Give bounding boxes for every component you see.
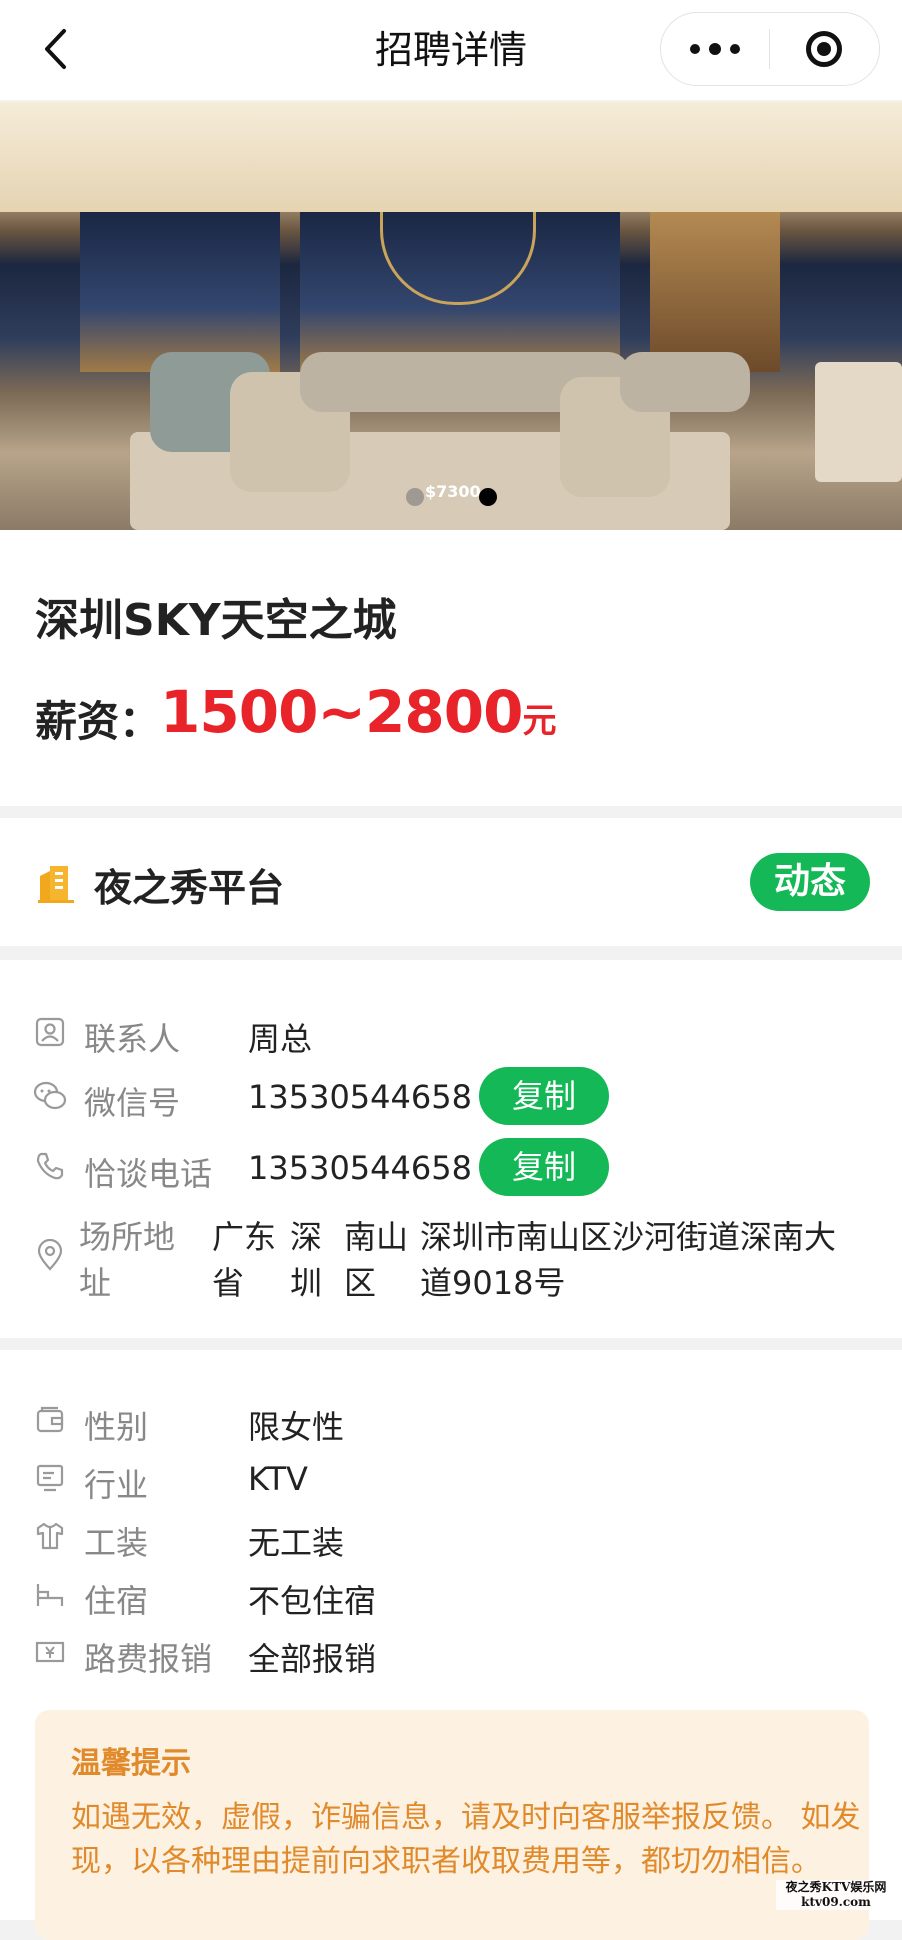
- district-line: 区: [344, 1264, 377, 1302]
- banner-carousel[interactable]: $7300: [0, 102, 902, 530]
- detail-label: 住宿: [84, 1582, 149, 1620]
- city-line: 深: [290, 1218, 323, 1256]
- detail-value: 不包住宿: [248, 1582, 377, 1620]
- location-pin-icon: [37, 1239, 63, 1271]
- building-icon: [38, 866, 74, 903]
- watermark-line: 夜之秀KTV娱乐网: [785, 1880, 887, 1894]
- location-label-line: 址: [79, 1264, 112, 1302]
- phone-icon: [36, 1152, 64, 1180]
- wechat-label: 微信号: [84, 1084, 181, 1122]
- wallet-icon: [36, 1406, 64, 1433]
- mini-program-capsule: [660, 12, 880, 86]
- watermark-line: ktv09.com: [801, 1895, 871, 1909]
- nav-bar: 招聘详情: [0, 0, 902, 100]
- copy-phone-button[interactable]: 复制: [479, 1138, 609, 1196]
- back-button[interactable]: [30, 24, 80, 74]
- copy-wechat-button[interactable]: 复制: [479, 1067, 609, 1125]
- contact-card-icon: [35, 1017, 65, 1047]
- detail-value: 全部报销: [248, 1640, 377, 1678]
- detail-value: 限女性: [248, 1408, 345, 1446]
- city-value: 深 圳: [290, 1214, 322, 1306]
- dynamic-button[interactable]: 动态: [750, 853, 870, 911]
- more-button[interactable]: [661, 13, 769, 85]
- bed-icon: [36, 1584, 64, 1606]
- address-line: 深圳市南山区沙河街道深南大: [420, 1218, 837, 1256]
- contact-person-value: 周总: [248, 1020, 313, 1058]
- location-label-line: 场所地: [79, 1218, 176, 1256]
- city-line: 圳: [290, 1264, 323, 1302]
- district-value: 南山 区: [344, 1214, 408, 1306]
- target-circle-icon: [806, 31, 842, 67]
- site-watermark: 夜之秀KTV娱乐网 ktv09.com: [776, 1880, 896, 1910]
- banner-sofa: [620, 352, 750, 412]
- banner-watermark: $7300: [425, 482, 481, 501]
- banner-window: [80, 212, 280, 372]
- shirt-icon: [36, 1522, 64, 1550]
- salary-label: 薪资：: [35, 697, 162, 746]
- wechat-value: 13530544658: [248, 1078, 472, 1116]
- district-line: 南山: [344, 1218, 409, 1256]
- detail-label: 行业: [84, 1466, 149, 1504]
- banner-ceiling: [0, 102, 902, 212]
- address-value: 深圳市南山区沙河街道深南大 道9018号: [420, 1214, 836, 1306]
- detail-label: 工装: [84, 1524, 149, 1562]
- detail-label: 性别: [84, 1408, 149, 1446]
- contact-person-label: 联系人: [84, 1020, 181, 1058]
- tips-text: 如遇无效，虚假，诈骗信息，请及时向客服举报反馈。 如发现，以各种理由提前向求职者…: [71, 1800, 861, 1879]
- salary-unit: 元: [522, 701, 556, 741]
- address-line: 道9018号: [420, 1264, 566, 1302]
- phone-label: 恰谈电话: [84, 1155, 213, 1193]
- province-line: 省: [212, 1264, 245, 1302]
- platform-name: 夜之秀平台: [94, 866, 285, 910]
- detail-value: 无工装: [248, 1524, 345, 1562]
- wechat-icon: [33, 1081, 67, 1110]
- salary-value: 1500~2800元: [160, 678, 556, 746]
- tips-box: 温馨提示 如遇无效，虚假，诈骗信息，请及时向客服举报反馈。 如发现，以各种理由提…: [35, 1710, 869, 1940]
- salary-amount: 1500~2800: [160, 678, 523, 746]
- province-line: 广东: [212, 1218, 277, 1256]
- monitor-icon: [36, 1464, 64, 1492]
- banner-counter: [815, 362, 902, 482]
- location-label: 场所地 址: [79, 1214, 175, 1306]
- carousel-dot[interactable]: [406, 488, 424, 506]
- detail-label: 路费报销: [84, 1640, 213, 1678]
- job-card: [0, 530, 902, 806]
- tips-title: 温馨提示: [71, 1746, 191, 1781]
- money-icon: [35, 1641, 65, 1663]
- province-value: 广东 省: [212, 1214, 276, 1306]
- phone-value: 13530544658: [248, 1149, 472, 1187]
- detail-value: KTV: [248, 1460, 308, 1498]
- carousel-dot-active[interactable]: [479, 488, 497, 506]
- job-title: 深圳SKY天空之城: [35, 595, 397, 646]
- more-dots-icon: [690, 42, 740, 55]
- close-program-button[interactable]: [770, 13, 878, 85]
- banner-wall: [650, 212, 780, 372]
- chevron-left-icon: [45, 29, 66, 69]
